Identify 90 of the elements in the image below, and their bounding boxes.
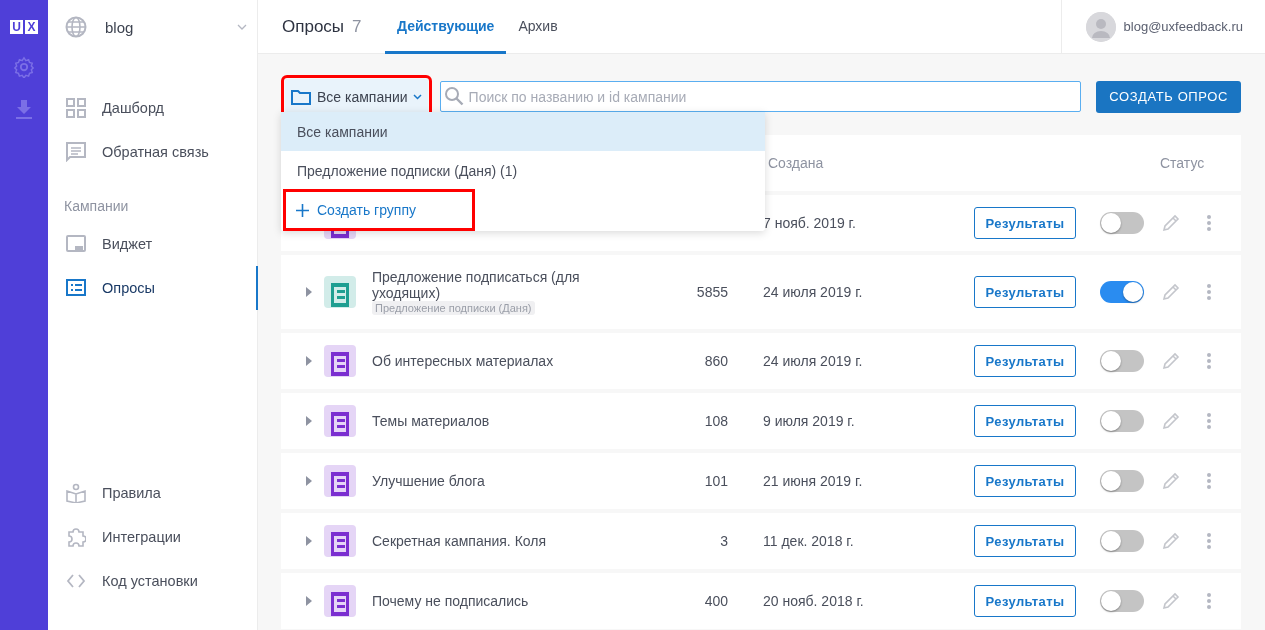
search-icon [443,86,464,106]
sidebar-item[interactable]: Код установки [48,559,257,603]
survey-name[interactable]: Об интересных материалах [372,353,554,369]
results-button[interactable]: Результаты [974,207,1076,239]
status-toggle[interactable] [1100,281,1144,303]
status-toggle[interactable] [1100,530,1144,552]
logo-letter: X [25,20,38,34]
more-icon[interactable] [1207,592,1211,610]
grid-icon [66,98,86,118]
survey-name[interactable]: Почему не подписались [372,593,529,609]
survey-name[interactable]: Темы материалов [372,413,490,429]
folder-icon [291,88,311,105]
more-icon[interactable] [1207,352,1211,370]
pencil-icon[interactable] [1162,532,1180,550]
status-toggle[interactable] [1100,350,1144,372]
search-field[interactable]: Поиск по названию и id кампании [439,81,1082,112]
survey-name[interactable]: Секретная кампания. Коля [372,533,547,549]
speech-bubble-icon [66,142,86,162]
sidebar-item[interactable]: Обратная связь [48,130,257,174]
survey-name[interactable]: Улучшение блога [372,473,485,489]
response-count: 5855 [696,284,728,300]
created-date: 21 июня 2019 г. [763,473,863,489]
created-date: 11 дек. 2018 г. [763,533,854,549]
results-button[interactable]: Результаты [974,345,1076,377]
created-date: 24 июля 2019 г. [763,353,863,369]
expand-arrow-icon[interactable] [305,356,312,366]
puzzle-icon [66,527,86,547]
more-icon[interactable] [1207,472,1211,490]
created-date: 24 июля 2019 г. [763,284,863,300]
caret-icon [412,93,422,100]
dropdown-item[interactable]: Все кампании [281,112,765,151]
sidebar-item[interactable]: Дашборд [48,86,257,130]
pencil-icon[interactable] [1162,214,1180,232]
created-date: 9 июля 2019 г. [763,413,855,429]
status-toggle[interactable] [1100,410,1144,432]
create-group-link[interactable]: Создать группу [286,192,472,228]
caret-icon [237,24,247,30]
pencil-icon[interactable] [1162,283,1180,301]
pencil-icon[interactable] [1162,352,1180,370]
expand-arrow-icon[interactable] [305,596,312,606]
expand-arrow-icon[interactable] [305,536,312,546]
window-icon [66,234,86,254]
column-header: Создана [768,155,825,171]
response-count: 400 [704,593,728,609]
project-selector[interactable]: blog [48,0,257,54]
sidebar-item[interactable]: Правила [48,471,257,515]
create-survey-button[interactable]: СОЗДАТЬ ОПРОС [1096,80,1241,113]
survey-name[interactable]: Предложение подписаться (для уходящих) [372,269,632,301]
user-email[interactable]: blog@uxfeedback.ru [1123,19,1243,34]
expand-arrow-icon[interactable] [305,416,312,426]
pencil-icon[interactable] [1162,472,1180,490]
status-toggle[interactable] [1100,470,1144,492]
pencil-icon[interactable] [1162,592,1180,610]
list-icon [66,278,86,298]
dropdown-item[interactable]: Предложение подписки (Даня) (1) [281,151,765,190]
created-date: 20 нояб. 2018 г. [763,593,864,609]
response-count: 101 [704,473,728,489]
results-button[interactable]: Результаты [974,585,1076,617]
more-icon[interactable] [1207,532,1211,550]
results-button[interactable]: Результаты [974,405,1076,437]
page-title: Опросы [282,16,345,37]
survey-count: 7 [352,16,362,37]
download-icon[interactable] [15,100,33,120]
pencil-icon[interactable] [1162,412,1180,430]
section-label: Кампании [63,198,130,214]
book-person-icon [66,483,86,503]
settings-icon[interactable] [13,56,35,78]
response-count: 108 [704,413,728,429]
globe-icon [65,16,87,38]
sidebar-item[interactable]: Опросы [48,266,257,310]
tab[interactable]: Действующие [385,0,507,54]
more-icon[interactable] [1207,283,1211,301]
results-button[interactable]: Результаты [974,465,1076,497]
logo-letter: U [10,20,23,34]
campaign-tag: Предложение подписки (Даня) [372,301,535,315]
response-count: 3 [720,533,728,549]
tab[interactable]: Архив [506,0,570,54]
status-toggle[interactable] [1100,212,1144,234]
plus-icon [296,203,309,217]
sidebar-item[interactable]: Виджет [48,222,257,266]
response-count: 860 [704,353,728,369]
column-header: Статус [1160,155,1205,171]
expand-arrow-icon[interactable] [305,476,312,486]
expand-arrow-icon[interactable] [305,287,312,297]
sidebar-item[interactable]: Интеграции [48,515,257,559]
more-icon[interactable] [1207,412,1211,430]
results-button[interactable]: Результаты [974,525,1076,557]
results-button[interactable]: Результаты [974,276,1076,308]
more-icon[interactable] [1207,214,1211,232]
status-toggle[interactable] [1100,590,1144,612]
